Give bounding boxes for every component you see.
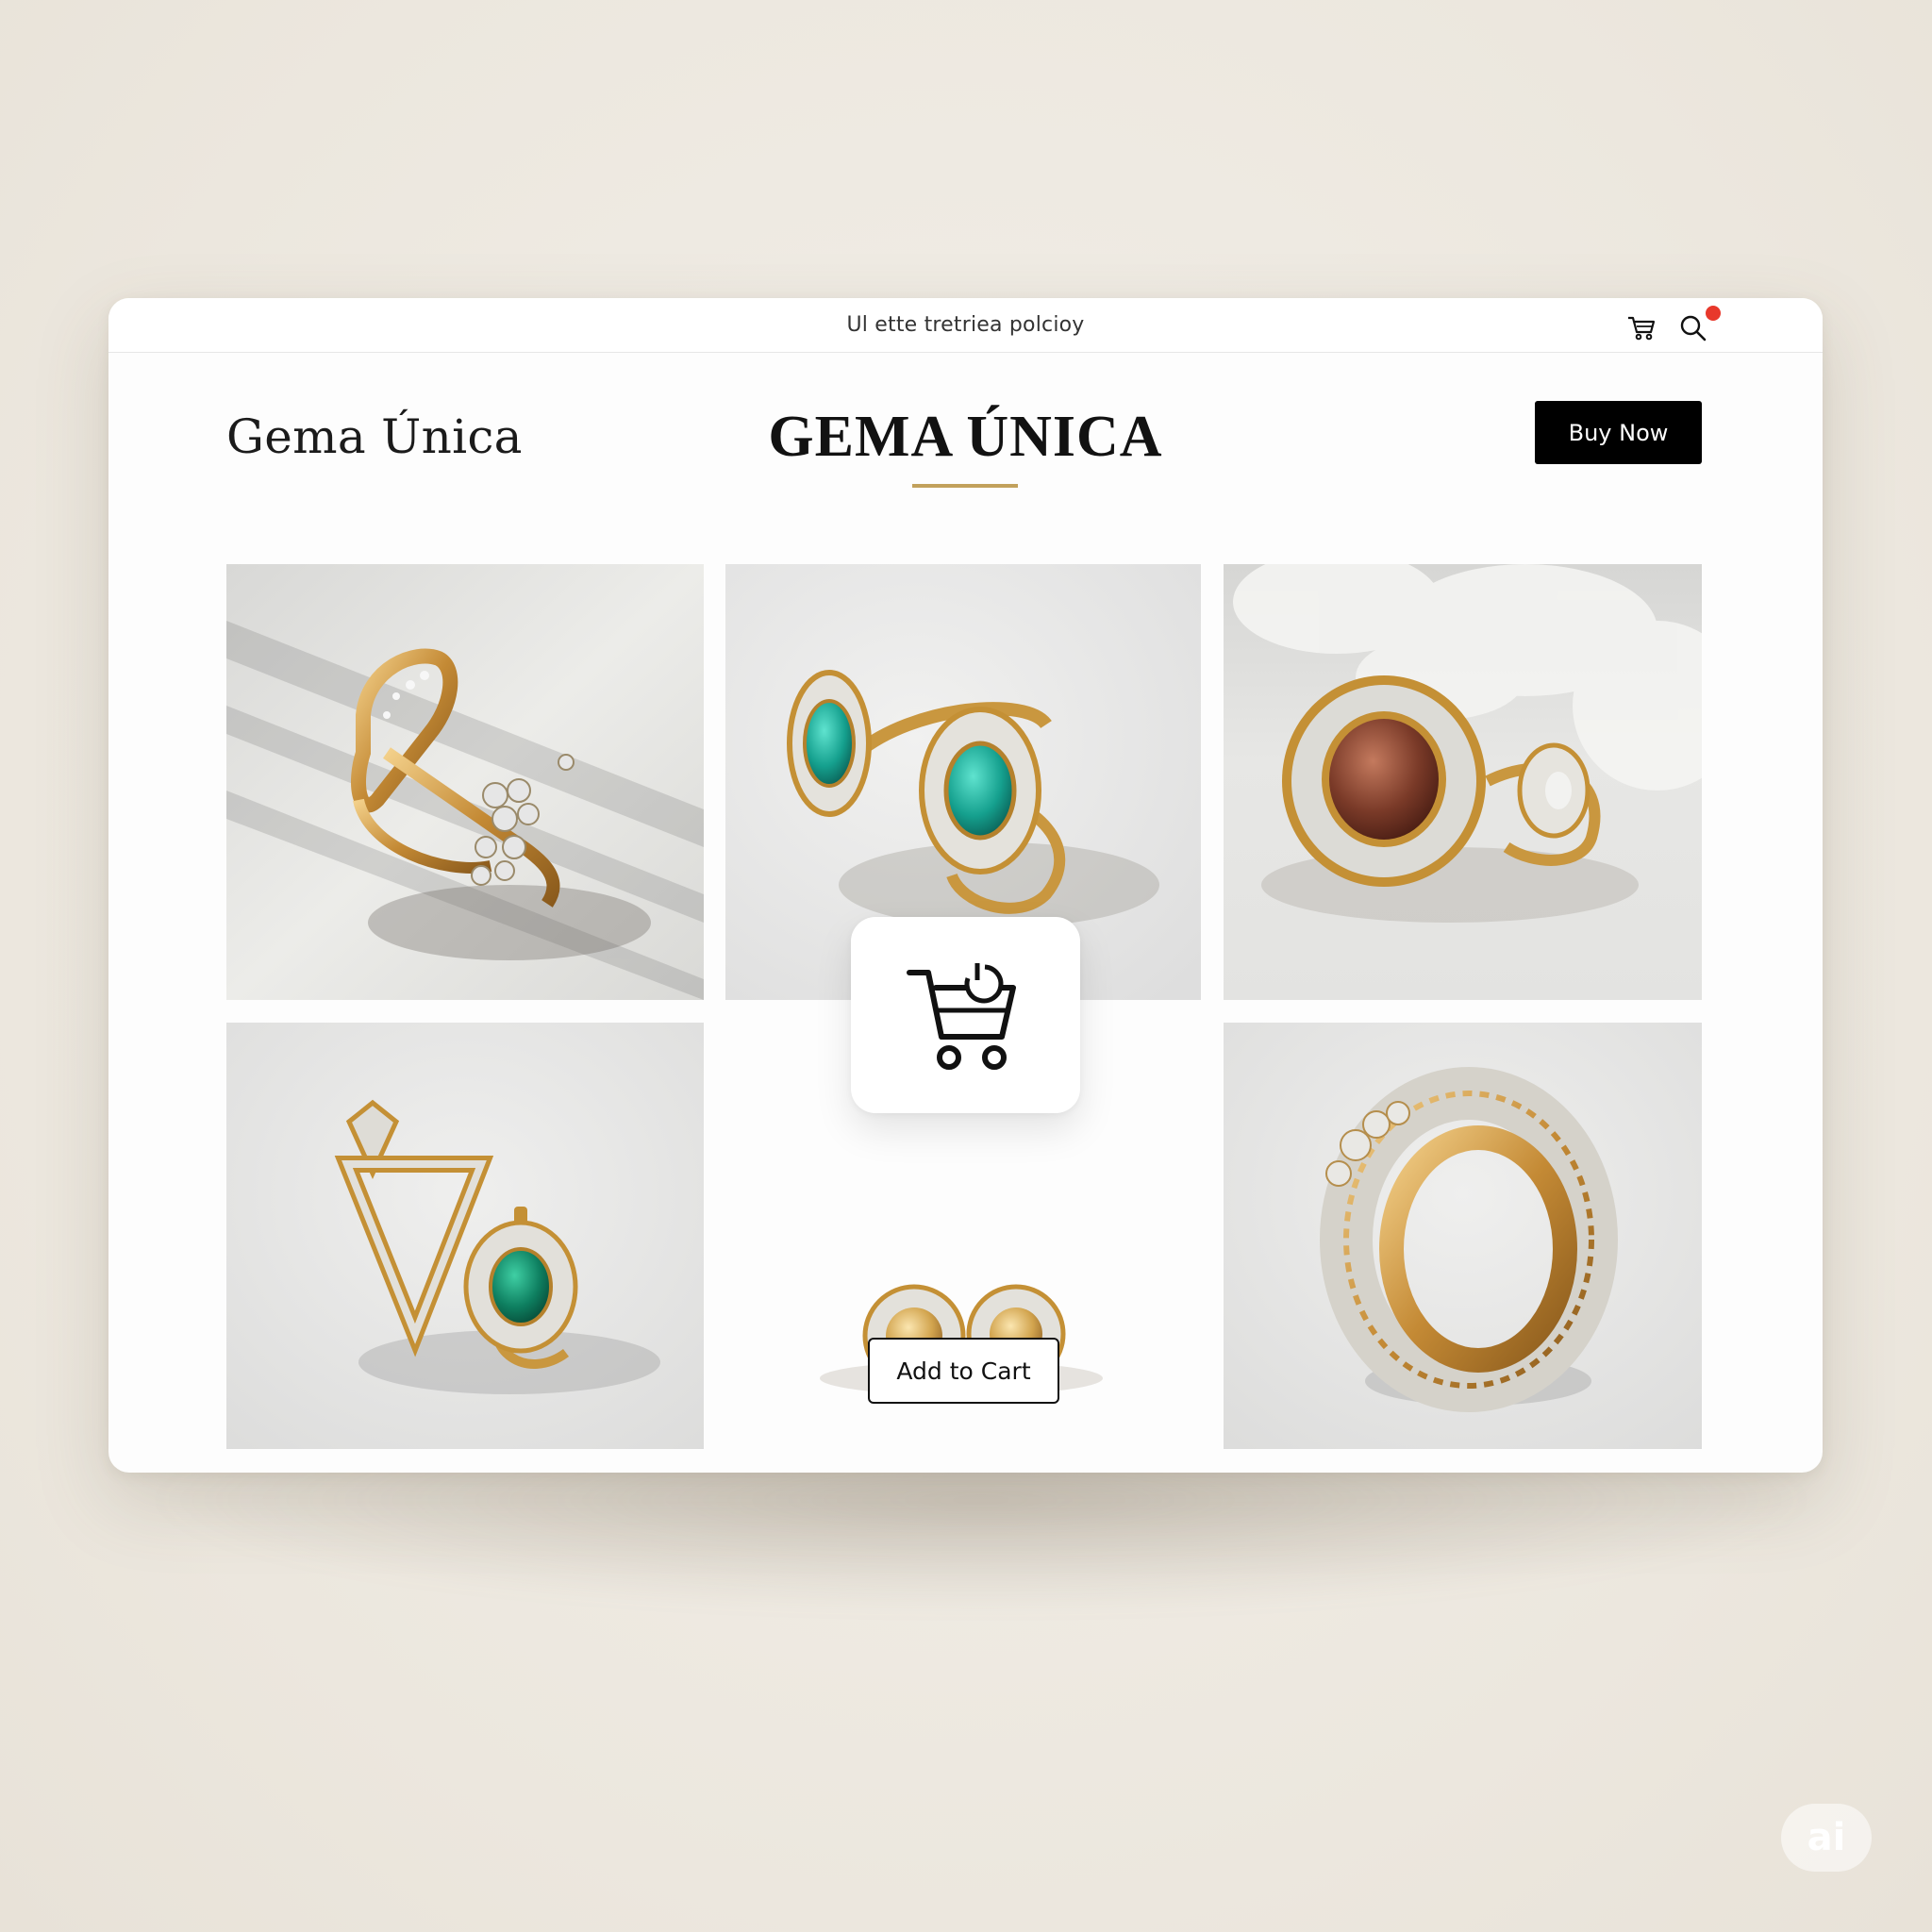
browser-window: Ul ette tretriea polcioy Gema Única GEMA…: [108, 298, 1823, 1473]
page-background: Ul ette tretriea polcioy Gema Única GEMA…: [0, 0, 1932, 1932]
title-underline: [912, 484, 1018, 488]
window-title: Ul ette tretriea polcioy: [846, 313, 1085, 337]
titlebar: Ul ette tretriea polcioy: [108, 298, 1823, 353]
product-image-3[interactable]: [1224, 564, 1702, 1000]
add-to-cart-card[interactable]: [851, 917, 1080, 1113]
add-to-cart-button[interactable]: Add to Cart: [868, 1338, 1059, 1404]
buy-now-button[interactable]: Buy Now: [1535, 401, 1702, 464]
add-to-cart-icon: [907, 963, 1016, 1070]
notification-dot: [1706, 306, 1721, 321]
search-icon[interactable]: [1677, 311, 1709, 343]
product-image-4[interactable]: [226, 1023, 704, 1449]
product-image-1[interactable]: [226, 564, 704, 1000]
cart-icon[interactable]: [1625, 311, 1657, 343]
ai-watermark: ai: [1781, 1804, 1872, 1872]
product-image-6[interactable]: [1224, 1023, 1702, 1449]
